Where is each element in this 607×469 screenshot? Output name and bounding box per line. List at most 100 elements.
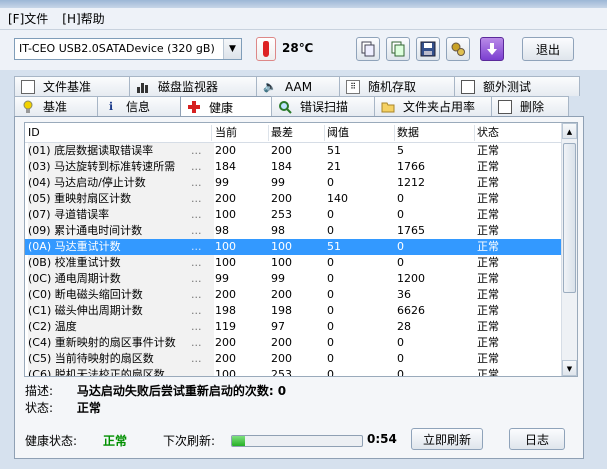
row-current: 100 bbox=[215, 256, 236, 269]
table-row[interactable]: (04) 马达启动/停止计数... 99 99 0 1212 正常 bbox=[25, 175, 577, 191]
row-worst: 200 bbox=[271, 336, 292, 349]
download-icon bbox=[487, 43, 497, 55]
tab-label: 基准 bbox=[43, 100, 68, 114]
col-id-header[interactable]: ID bbox=[28, 123, 214, 143]
tab-info[interactable]: ℹ 信息 bbox=[97, 96, 181, 116]
row-current: 119 bbox=[215, 320, 236, 333]
row-current: 198 bbox=[215, 304, 236, 317]
speaker-icon: 🔈 bbox=[263, 80, 277, 93]
table-row[interactable]: (0B) 校准重试计数... 100 100 0 0 正常 bbox=[25, 255, 577, 271]
tab-error-scan[interactable]: 错误扫描 bbox=[271, 96, 375, 116]
tab-health[interactable]: 健康 bbox=[180, 96, 272, 117]
row-current: 99 bbox=[215, 176, 229, 189]
tab-label: 删除 bbox=[520, 100, 545, 114]
row-threshold: 0 bbox=[327, 176, 334, 189]
col-current-header[interactable]: 当前 bbox=[215, 123, 267, 143]
health-cross-icon bbox=[187, 100, 201, 114]
options-icon bbox=[451, 42, 465, 56]
row-id: (C4) 重新映射的扇区事件计数 bbox=[28, 335, 214, 351]
row-status: 正常 bbox=[477, 176, 499, 189]
table-row[interactable]: (0C) 通电周期计数... 99 99 0 1200 正常 bbox=[25, 271, 577, 287]
row-threshold: 140 bbox=[327, 192, 348, 205]
description-line: 描述: 马达启动失败后尝试重新启动的次数: 0 bbox=[25, 382, 286, 399]
row-raw: 0 bbox=[397, 208, 404, 221]
row-raw: 1766 bbox=[397, 160, 425, 173]
table-row[interactable]: (03) 马达旋转到标准转速所需... 184 184 21 1766 正常 bbox=[25, 159, 577, 175]
row-threshold: 0 bbox=[327, 352, 334, 365]
drive-select[interactable]: IT-CEO USB2.0SATADevice (320 gB) ▼ bbox=[14, 38, 242, 60]
row-status: 正常 bbox=[477, 272, 499, 285]
options-button[interactable] bbox=[446, 37, 470, 61]
row-worst: 200 bbox=[271, 352, 292, 365]
table-row[interactable]: (C6) 脱机无法校正的扇区数... 100 253 0 0 正常 bbox=[25, 367, 577, 376]
chevron-down-icon[interactable]: ▼ bbox=[223, 39, 241, 59]
status-label: 状态: bbox=[25, 401, 54, 415]
download-button[interactable] bbox=[480, 37, 504, 61]
col-worst-header[interactable]: 最差 bbox=[271, 123, 323, 143]
tab-row-top: 文件基准 磁盘监视器 🔈 AAM ⠿ 随机存取 额外测试 bbox=[14, 76, 580, 96]
copy-icon bbox=[361, 41, 375, 57]
row-current: 184 bbox=[215, 160, 236, 173]
row-threshold: 51 bbox=[327, 240, 341, 253]
row-worst: 99 bbox=[271, 176, 285, 189]
row-current: 200 bbox=[215, 192, 236, 205]
row-status: 正常 bbox=[477, 208, 499, 221]
row-threshold: 0 bbox=[327, 208, 334, 221]
row-id: (04) 马达启动/停止计数 bbox=[28, 175, 214, 191]
col-status-header[interactable]: 状态 bbox=[477, 123, 537, 143]
tab-row-bottom: 基准 ℹ 信息 健康 错误扫描 文件夹占用率 删除 bbox=[14, 96, 569, 117]
row-current: 100 bbox=[215, 240, 236, 253]
temperature-readout: 28℃ bbox=[282, 41, 314, 55]
tab-disk-monitor[interactable]: 磁盘监视器 bbox=[129, 76, 257, 96]
description-label: 描述: bbox=[25, 384, 54, 398]
menu-file[interactable]: [F]文件 bbox=[8, 10, 48, 27]
tab-label: AAM bbox=[285, 79, 313, 94]
row-status: 正常 bbox=[477, 144, 499, 157]
table-row[interactable]: (C2) 温度... 119 97 0 28 正常 bbox=[25, 319, 577, 335]
row-id: (C2) 温度 bbox=[28, 319, 214, 335]
tab-folder-usage[interactable]: 文件夹占用率 bbox=[374, 96, 492, 116]
tab-random-access[interactable]: ⠿ 随机存取 bbox=[339, 76, 455, 96]
refresh-now-button[interactable]: 立即刷新 bbox=[411, 428, 483, 450]
table-row[interactable]: (09) 累计通电时间计数... 98 98 0 1765 正常 bbox=[25, 223, 577, 239]
col-raw-header[interactable]: 数据 bbox=[397, 123, 473, 143]
menu-help[interactable]: [H]帮助 bbox=[62, 10, 104, 27]
row-id: (C5) 当前待映射的扇区数 bbox=[28, 351, 214, 367]
copy-all-button[interactable] bbox=[386, 37, 410, 61]
health-panel: ID 当前 最差 阈值 数据 状态 (01) 底层数据读取错误率... 200 … bbox=[14, 116, 584, 459]
scroll-down-icon[interactable]: ▼ bbox=[562, 360, 577, 376]
refresh-progress-fill bbox=[232, 436, 245, 446]
tab-benchmark[interactable]: 基准 bbox=[14, 96, 98, 116]
log-button[interactable]: 日志 bbox=[509, 428, 565, 450]
copy-button[interactable] bbox=[356, 37, 380, 61]
table-scrollbar[interactable]: ▲ ▼ bbox=[561, 123, 577, 376]
table-row-selected[interactable]: (0A) 马达重试计数... 100 100 51 0 正常 bbox=[25, 239, 577, 255]
tab-label: 信息 bbox=[126, 100, 151, 114]
tab-file-benchmark[interactable]: 文件基准 bbox=[14, 76, 130, 96]
table-row[interactable]: (C0) 断电磁头缩回计数... 200 200 0 36 正常 bbox=[25, 287, 577, 303]
row-worst: 100 bbox=[271, 240, 292, 253]
table-row[interactable]: (05) 重映射扇区计数... 200 200 140 0 正常 bbox=[25, 191, 577, 207]
tab-extra-tests[interactable]: 额外测试 bbox=[454, 76, 580, 96]
tab-aam[interactable]: 🔈 AAM bbox=[256, 76, 340, 96]
table-row[interactable]: (01) 底层数据读取错误率... 200 200 51 5 正常 bbox=[25, 143, 577, 159]
table-row[interactable]: (C1) 磁头伸出周期计数... 198 198 0 6626 正常 bbox=[25, 303, 577, 319]
scroll-thumb[interactable] bbox=[563, 143, 576, 293]
erase-icon bbox=[498, 99, 512, 114]
save-button[interactable] bbox=[416, 37, 440, 61]
row-worst: 184 bbox=[271, 160, 292, 173]
row-threshold: 0 bbox=[327, 272, 334, 285]
copy-all-icon bbox=[391, 41, 405, 57]
scroll-up-icon[interactable]: ▲ bbox=[562, 123, 577, 139]
col-threshold-header[interactable]: 阈值 bbox=[327, 123, 395, 143]
table-row[interactable]: (C5) 当前待映射的扇区数... 200 200 0 0 正常 bbox=[25, 351, 577, 367]
row-id: (0B) 校准重试计数 bbox=[28, 255, 214, 271]
tab-erase[interactable]: 删除 bbox=[491, 96, 569, 116]
folder-icon bbox=[381, 100, 395, 114]
tab-label: 额外测试 bbox=[483, 80, 532, 94]
row-raw: 0 bbox=[397, 256, 404, 269]
table-row[interactable]: (07) 寻道错误率... 100 253 0 0 正常 bbox=[25, 207, 577, 223]
table-row[interactable]: (C4) 重新映射的扇区事件计数... 200 200 0 0 正常 bbox=[25, 335, 577, 351]
exit-button[interactable]: 退出 bbox=[522, 37, 574, 61]
row-threshold: 0 bbox=[327, 288, 334, 301]
